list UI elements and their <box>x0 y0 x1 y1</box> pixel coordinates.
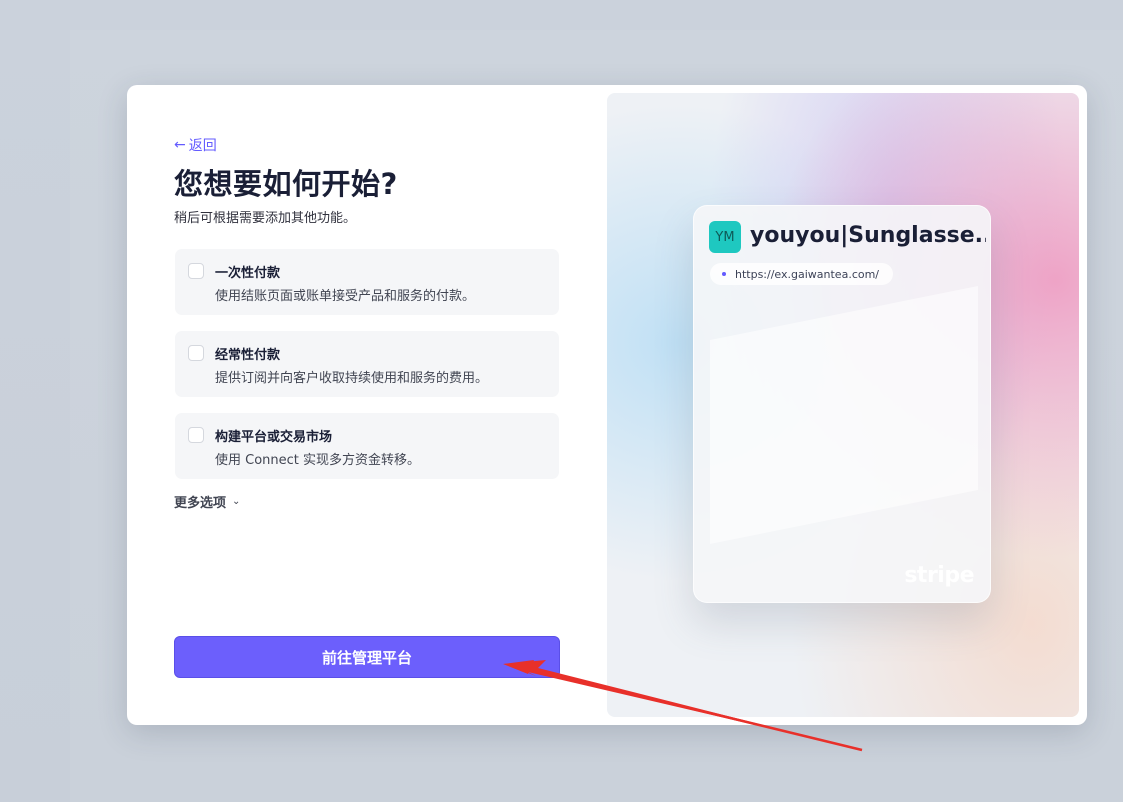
more-options-label: 更多选项 <box>174 496 227 511</box>
back-link[interactable]: ← 返回 <box>174 135 217 155</box>
option-recurring-payment[interactable]: 经常性付款 提供订阅并向客户收取持续使用和服务的费用。 <box>175 331 559 397</box>
page-title: 您想要如何开始? <box>174 167 398 201</box>
option-one-time-payment[interactable]: 一次性付款 使用结账页面或账单接受产品和服务的付款。 <box>175 249 559 315</box>
business-avatar: YM <box>709 221 741 253</box>
preview-card: YM youyou|Sunglasse... https://ex.gaiwan… <box>693 205 991 603</box>
option-platform-marketplace[interactable]: 构建平台或交易市场 使用 Connect 实现多方资金转移。 <box>175 413 559 479</box>
go-to-dashboard-button[interactable]: 前往管理平台 <box>174 636 560 678</box>
more-options-toggle[interactable]: 更多选项 ⌄ <box>174 492 240 511</box>
checkbox[interactable] <box>188 263 204 279</box>
bullet-icon <box>722 272 726 276</box>
onboarding-modal: ← 返回 您想要如何开始? 稍后可根据需要添加其他功能。 一次性付款 使用结账页… <box>127 85 1087 725</box>
preview-panel: YM youyou|Sunglasse... https://ex.gaiwan… <box>607 93 1079 717</box>
business-url: https://ex.gaiwantea.com/ <box>735 267 880 281</box>
business-name: youyou|Sunglasse... <box>750 223 986 248</box>
option-description: 使用 Connect 实现多方资金转移。 <box>215 453 421 468</box>
arrow-left-icon: ← <box>174 137 186 153</box>
option-title: 经常性付款 <box>215 348 281 363</box>
checkbox[interactable] <box>188 427 204 443</box>
option-description: 使用结账页面或账单接受产品和服务的付款。 <box>215 289 476 304</box>
page-preview-placeholder <box>710 286 978 544</box>
option-title: 构建平台或交易市场 <box>215 430 333 445</box>
options-panel: ← 返回 您想要如何开始? 稍后可根据需要添加其他功能。 一次性付款 使用结账页… <box>174 85 560 725</box>
option-title: 一次性付款 <box>215 266 281 281</box>
chevron-down-icon: ⌄ <box>232 496 241 507</box>
option-description: 提供订阅并向客户收取持续使用和服务的费用。 <box>215 371 489 386</box>
go-to-dashboard-label: 前往管理平台 <box>321 648 412 667</box>
checkbox[interactable] <box>188 345 204 361</box>
page-background: ← 返回 您想要如何开始? 稍后可根据需要添加其他功能。 一次性付款 使用结账页… <box>0 0 1123 802</box>
page-subtitle: 稍后可根据需要添加其他功能。 <box>174 211 357 226</box>
business-url-pill: https://ex.gaiwantea.com/ <box>710 263 894 285</box>
stripe-logo: stripe <box>904 563 974 588</box>
back-label: 返回 <box>188 138 217 154</box>
